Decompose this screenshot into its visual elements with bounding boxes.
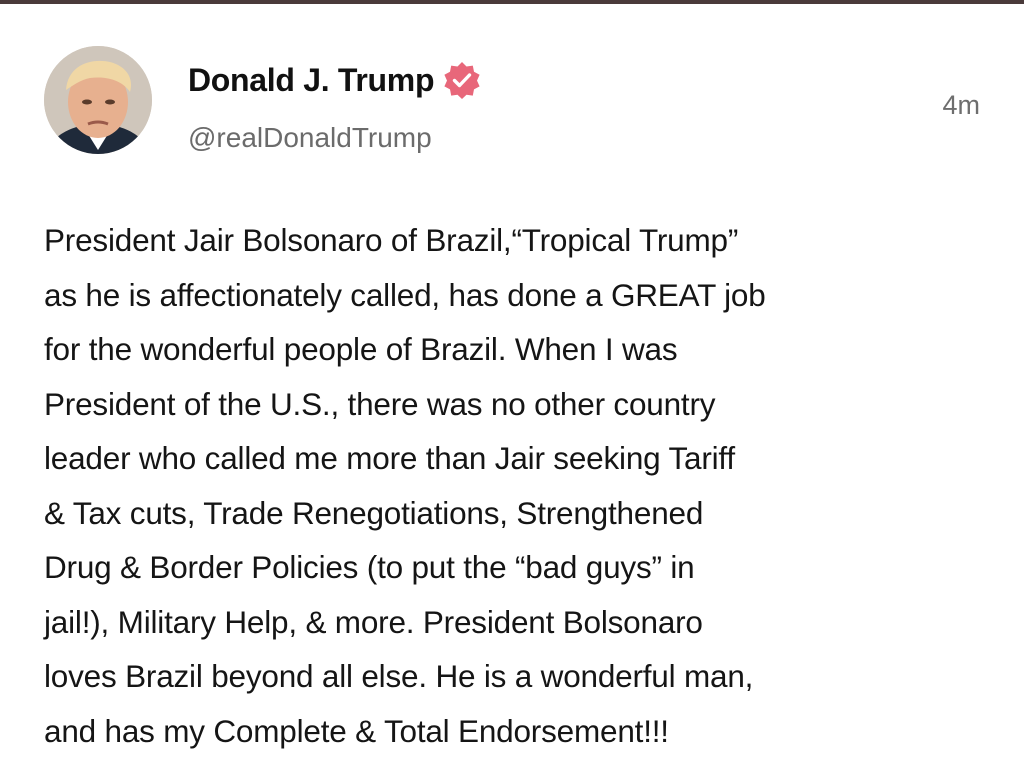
post-card: Donald J. Trump @realDonaldTrump 4m Pres… <box>0 4 1024 768</box>
author-handle[interactable]: @realDonaldTrump <box>188 122 432 154</box>
author-display-name[interactable]: Donald J. Trump <box>188 62 435 99</box>
verified-badge-icon <box>442 60 482 100</box>
author-avatar[interactable] <box>44 46 152 154</box>
author-name-row: Donald J. Trump <box>188 60 482 100</box>
avatar-portrait-icon <box>44 46 152 154</box>
post-timestamp[interactable]: 4m <box>942 90 980 121</box>
post-body-text: President Jair Bolsonaro of Brazil,“Trop… <box>44 222 766 749</box>
